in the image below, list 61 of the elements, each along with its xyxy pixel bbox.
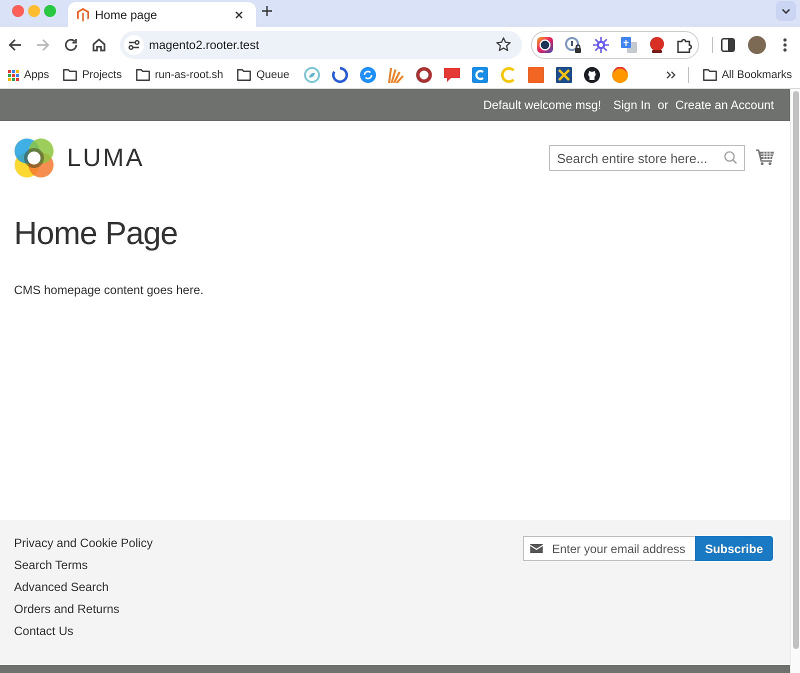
ring-icon[interactable] <box>416 67 432 83</box>
search-icon[interactable] <box>724 151 737 164</box>
cart-icon[interactable] <box>756 149 774 165</box>
stacked-squares-icon[interactable] <box>621 36 637 52</box>
sync-icon[interactable] <box>360 67 376 83</box>
logo-mark-icon[interactable] <box>14 138 54 178</box>
footer-link[interactable]: Search Terms <box>14 554 88 576</box>
header-link[interactable]: Sign In <box>613 98 651 112</box>
puzzle-piece-icon[interactable] <box>677 36 693 52</box>
header-link[interactable]: Create an Account <box>675 98 774 112</box>
close-icon[interactable] <box>235 10 243 18</box>
browser-tab[interactable]: Home page <box>68 2 256 27</box>
footer-link[interactable]: Privacy and Cookie Policy <box>14 532 153 554</box>
reload-icon[interactable] <box>64 38 78 52</box>
arc-tile-icon[interactable] <box>472 67 488 83</box>
footer-link[interactable]: Advanced Search <box>14 576 109 598</box>
footer-link[interactable]: Orders and Returns <box>14 598 120 620</box>
fan-lines-icon[interactable] <box>388 67 404 83</box>
cat-circle-icon[interactable] <box>584 67 600 83</box>
footer-link[interactable]: Contact Us <box>14 620 74 642</box>
page-content-text: CMS homepage content goes here. <box>14 282 204 299</box>
back-icon[interactable] <box>8 38 22 52</box>
menu-icon[interactable] <box>783 38 787 52</box>
new-tab-icon[interactable] <box>262 6 272 16</box>
mail-icon <box>530 544 543 553</box>
header-text: or <box>658 98 668 112</box>
ring-icon[interactable] <box>332 67 348 83</box>
bookmark-folder[interactable]: Projects <box>63 69 122 81</box>
bookmark-folder[interactable]: Queue <box>237 69 290 81</box>
sunburst-icon[interactable] <box>593 36 609 52</box>
folder-icon <box>63 69 78 81</box>
chevron-down-icon[interactable] <box>776 1 796 21</box>
page-title: Home Page <box>14 214 179 253</box>
bookmark-folder[interactable]: run-as-root.sh <box>136 69 224 81</box>
search-field[interactable]: Search entire store here... <box>549 145 745 171</box>
apps-button[interactable]: Apps <box>8 69 50 81</box>
side-panel-icon[interactable] <box>721 38 735 52</box>
tile-icon[interactable] <box>528 67 544 83</box>
folder-icon <box>237 69 252 81</box>
profile-avatar[interactable] <box>748 36 766 54</box>
home-icon[interactable] <box>92 38 106 52</box>
subscribe-button[interactable]: Subscribe <box>694 536 773 561</box>
folder-icon <box>702 69 717 81</box>
cross-tile-icon[interactable] <box>556 67 572 83</box>
header-text: Default welcome msg! <box>483 98 602 112</box>
site-settings-icon[interactable] <box>124 34 144 54</box>
email-field[interactable]: Enter your email address <box>522 536 695 561</box>
padlock-badge-icon[interactable] <box>565 36 581 52</box>
bookmark-star-icon[interactable] <box>496 37 511 52</box>
ball-icon[interactable] <box>612 67 628 83</box>
folder-icon <box>136 69 150 81</box>
bookmark-folder[interactable]: All Bookmarks <box>702 69 792 81</box>
double-chevron-icon[interactable] <box>666 71 676 79</box>
m-shape-icon <box>77 8 89 22</box>
logo-text[interactable]: LUMA <box>67 143 144 173</box>
apps-grid-icon <box>8 70 19 80</box>
scrollbar-thumb[interactable] <box>793 91 799 649</box>
speech-bubble-icon[interactable] <box>444 67 460 83</box>
lens-tile-icon[interactable] <box>537 36 553 52</box>
address-bar[interactable]: magento2.rooter.test <box>120 30 522 58</box>
round-badge-icon[interactable] <box>649 36 665 52</box>
